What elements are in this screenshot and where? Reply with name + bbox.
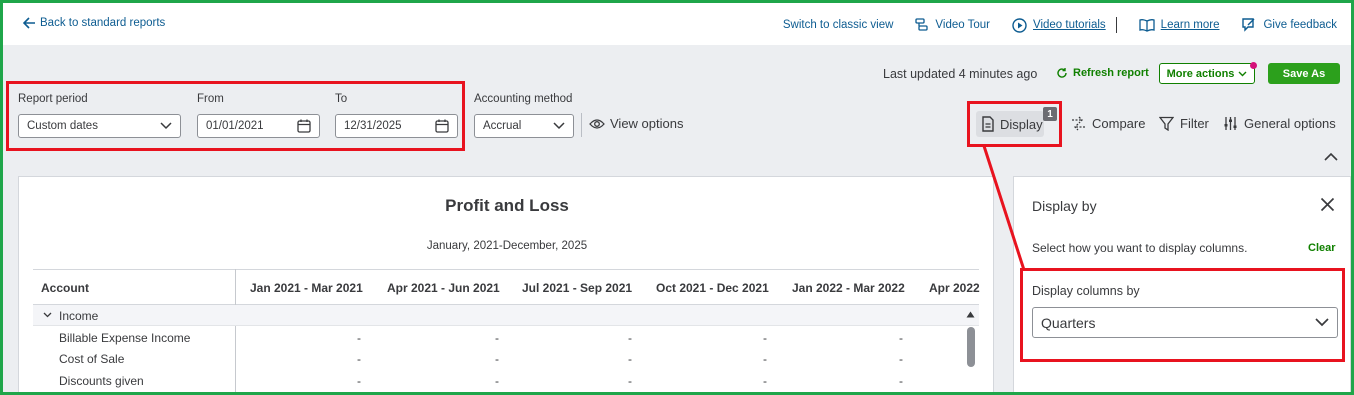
highlight-connector-line [982,145,1026,271]
display-count-badge: 1 [1043,107,1057,121]
